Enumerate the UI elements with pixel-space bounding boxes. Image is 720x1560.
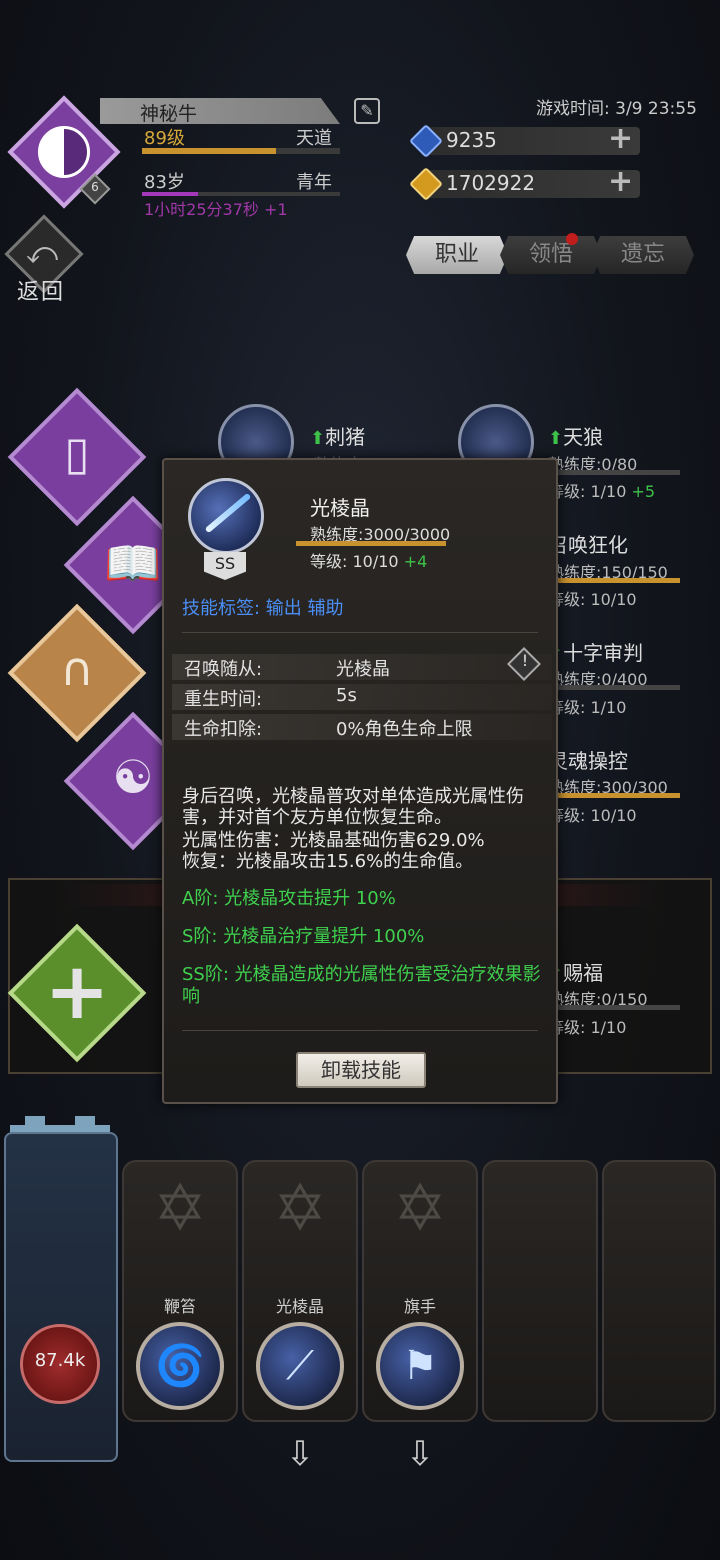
- light-beam-icon: ⟋: [286, 1343, 314, 1389]
- plus-icon: +: [44, 947, 110, 1037]
- skill-damage-desc: 光属性伤害：光棱晶基础伤害629.0%: [182, 830, 485, 851]
- character-power: 87.4k: [34, 1350, 86, 1371]
- upgrade-arrow-icon: ⬆: [548, 428, 564, 449]
- skill-prof-bar-cross-judgment: [548, 685, 680, 690]
- slot-label-prism: 光棱晶: [275, 1297, 324, 1316]
- character-card[interactable]: [4, 1132, 118, 1462]
- skill-prof-bar-wolf: [548, 470, 680, 475]
- tier-s-bonus: S阶: 光棱晶治疗量提升 100%: [182, 926, 425, 947]
- popup-level: 等级: 10/10 +4: [310, 552, 428, 571]
- name-plate: [100, 98, 340, 124]
- hexagram-emblem-icon: ✡: [153, 1172, 207, 1246]
- skill-slot-4-empty[interactable]: [482, 1160, 598, 1422]
- tab-comprehend[interactable]: 领悟: [500, 236, 602, 274]
- popup-proficiency-bar: [296, 541, 446, 546]
- skill-heal-desc: 恢复：光棱晶攻击15.6%的生命值。: [182, 851, 474, 872]
- tab-profession[interactable]: 职业: [406, 236, 508, 274]
- notification-dot: [566, 233, 578, 245]
- skill-name-wolf: ⬆天狼: [548, 425, 604, 449]
- hexagram-emblem-icon: ✡: [393, 1172, 447, 1246]
- exclamation-icon: !: [521, 651, 529, 670]
- skill-prof-bar-soul-control: [548, 793, 680, 798]
- whirl-icon: 🌀: [155, 1343, 205, 1389]
- hexagram-emblem-icon: ✡: [273, 1172, 327, 1246]
- tier-ss-bonus: SS阶: 光棱晶造成的光属性伤害受治疗效果影响: [182, 964, 541, 1007]
- add-gems-button[interactable]: +: [608, 121, 633, 156]
- skill-name-summon-frenzy: 召唤狂化: [548, 533, 628, 557]
- skill-level-blessing: 等级: 1/10: [548, 1018, 627, 1037]
- stat-key-respawn: 重生时间:: [184, 689, 263, 710]
- yin-yang-icon: [38, 126, 90, 178]
- stat-val-hp-cost: 0%角色生命上限: [336, 719, 473, 740]
- gold-count: 1702922: [446, 171, 536, 195]
- gem-count: 9235: [446, 128, 497, 152]
- yin-yang-icon-2: ☯: [112, 750, 154, 804]
- stat-val-summon: 光棱晶: [336, 659, 390, 680]
- unload-skill-button[interactable]: 卸载技能: [296, 1052, 426, 1088]
- slot-label-whip: 鞭笞: [163, 1297, 196, 1316]
- player-stage: 青年: [296, 172, 332, 193]
- popup-skill-title: 光棱晶: [310, 496, 370, 520]
- age-timer: 1小时25分37秒 +1: [144, 200, 288, 219]
- add-gold-button[interactable]: +: [608, 164, 633, 199]
- edit-icon[interactable]: ✎: [354, 98, 380, 124]
- skill-description: 身后召唤，光棱晶普攻对单体造成光属性伤害，并对首个友方单位恢复生命。: [182, 786, 524, 828]
- move-down-arrow-icon[interactable]: ⇩: [400, 1434, 440, 1474]
- back-arrow-icon: ⤺: [26, 236, 59, 271]
- back-label: 返回: [17, 280, 66, 305]
- skill-level-cross-judgment: 等级: 1/10: [548, 698, 627, 717]
- skill-name-hedgehog: ⬆刺猪: [310, 425, 366, 449]
- avatar-level-text: 6: [91, 180, 99, 194]
- slot-label-banner: 旗手: [403, 1297, 436, 1316]
- skill-slot-5-empty[interactable]: [602, 1160, 716, 1422]
- exp-bar-fill: [142, 148, 276, 154]
- skill-level-soul-control: 等级: 10/10: [548, 806, 637, 825]
- stat-key-hp-cost: 生命扣除:: [184, 719, 263, 740]
- skill-name-cross-judgment: ⬆十字审判: [548, 637, 643, 666]
- tier-a-bonus: A阶: 光棱晶攻击提升 10%: [182, 888, 396, 909]
- flag-icon: ⚑: [402, 1343, 438, 1389]
- book-icon: 📖: [104, 536, 162, 590]
- player-level: 89级: [144, 128, 185, 149]
- player-name: 神秘牛: [140, 103, 198, 125]
- divider: [182, 632, 538, 633]
- skill-prof-bar-summon-frenzy: [548, 578, 680, 583]
- horseshoe-icon: ∩: [60, 642, 94, 696]
- player-age: 83岁: [144, 172, 185, 193]
- stat-key-summon: 召唤随从:: [184, 659, 263, 680]
- tab-forget[interactable]: 遗忘: [592, 236, 694, 274]
- move-down-arrow-icon[interactable]: ⇩: [280, 1434, 320, 1474]
- skill-level-summon-frenzy: 等级: 10/10: [548, 590, 637, 609]
- upgrade-arrow-icon: ⬆: [310, 428, 326, 449]
- divider: [182, 1030, 538, 1031]
- player-realm: 天道: [296, 128, 332, 149]
- shield-icon: ▯: [64, 426, 90, 480]
- skill-tags: 技能标签: 输出 辅助: [182, 598, 344, 619]
- skill-name-soul-control: 灵魂操控: [548, 749, 628, 773]
- skill-prof-bar-blessing: [548, 1005, 680, 1010]
- game-time: 游戏时间: 3/9 23:55: [536, 99, 697, 119]
- skill-level-wolf: 等级: 1/10 +5: [548, 482, 656, 501]
- stat-val-respawn: 5s: [336, 685, 357, 706]
